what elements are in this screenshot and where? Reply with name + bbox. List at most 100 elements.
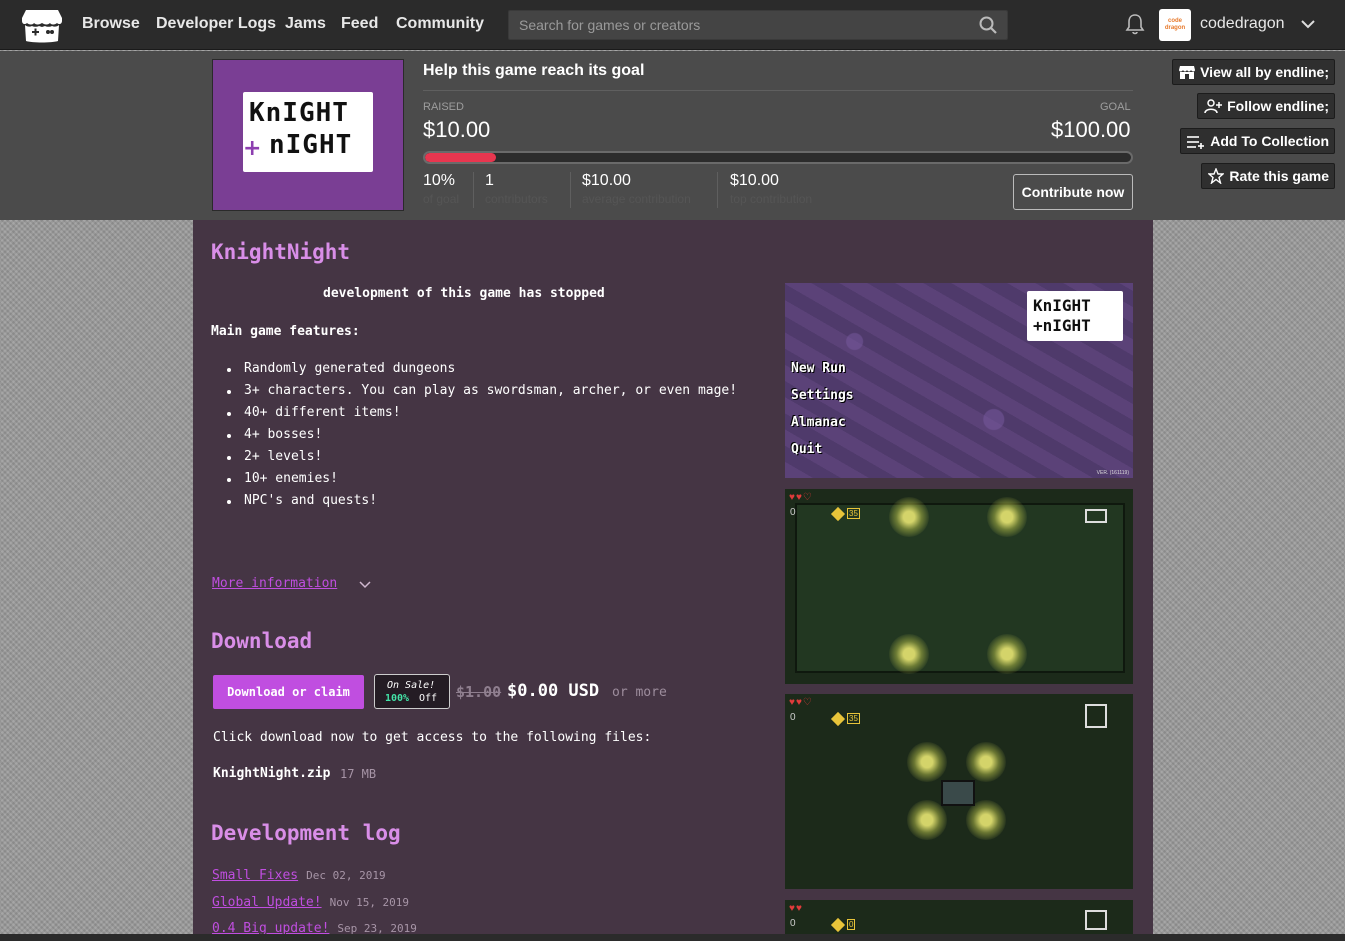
gem-counter: 35 — [847, 508, 860, 519]
nav-jams[interactable]: Jams — [285, 15, 326, 33]
logo-line-1: KnIGHT — [249, 98, 349, 128]
health-hearts: ♥♥♡ — [789, 697, 813, 708]
features-list: Randomly generated dungeons 3+ character… — [223, 358, 763, 512]
funding-progress-fill — [425, 153, 496, 162]
logo-line-1: KnIGHT — [1033, 296, 1091, 315]
gem-counter: 35 — [847, 713, 860, 724]
torch-light — [889, 634, 929, 674]
devlog-link[interactable]: Global Update! — [212, 895, 322, 910]
contribute-now-button[interactable]: Contribute now — [1013, 174, 1133, 210]
list-item: Randomly generated dungeons — [223, 358, 763, 380]
nav-feed[interactable]: Feed — [341, 15, 378, 33]
game-logo: KnIGHT nIGHT + — [243, 92, 373, 172]
devlog-date: Dec 02, 2019 — [306, 869, 386, 882]
download-or-claim-button[interactable]: Download or claim — [213, 675, 364, 709]
room-floor — [795, 503, 1125, 673]
list-item: 3+ characters. You can play as swordsman… — [223, 380, 763, 402]
logo-line-2: +nIGHT — [1033, 316, 1091, 335]
game-cover-image[interactable]: KnIGHT nIGHT + — [212, 59, 404, 211]
devlog-date: Nov 15, 2019 — [329, 896, 410, 909]
devlog-link[interactable]: Small Fixes — [212, 868, 298, 883]
fund-title: Help this game reach its goal — [423, 62, 645, 79]
follow-button[interactable]: Follow endline; — [1197, 93, 1335, 119]
chevron-down-icon[interactable] — [359, 580, 371, 590]
file-name: KnightNight.zip — [213, 766, 331, 781]
screenshot-dungeon-room[interactable]: ♥♥♡ 0 35 — [785, 489, 1133, 684]
view-all-by-author-button[interactable]: View all by endline; — [1172, 59, 1335, 85]
stat-value: $10.00 — [730, 172, 779, 189]
minimap — [1085, 910, 1107, 930]
stat-value: 10% — [423, 172, 456, 189]
health-hearts: ♥♥ — [789, 903, 803, 914]
menu-item: Settings — [791, 388, 854, 403]
notification-bell-icon[interactable] — [1125, 13, 1145, 35]
list-item: 40+ different items! — [223, 402, 763, 424]
logo-line-2: nIGHT — [269, 130, 353, 160]
screenshot-title-menu[interactable]: KnIGHT +nIGHT New Run Settings Almanac Q… — [785, 283, 1133, 478]
username[interactable]: codedragon — [1200, 15, 1285, 33]
button-label: View all by endline; — [1200, 64, 1329, 80]
funding-progress-bar — [423, 151, 1133, 164]
original-price: $1.00 — [456, 683, 502, 701]
button-label: Follow endline; — [1227, 98, 1329, 114]
list-item: 10+ enemies! — [223, 468, 763, 490]
store-icon — [1179, 66, 1196, 79]
nav-developer-logs[interactable]: Developer Logs — [156, 15, 276, 33]
nav-browse[interactable]: Browse — [82, 15, 140, 33]
rate-game-button[interactable]: Rate this game — [1201, 163, 1335, 189]
divider — [717, 172, 718, 208]
stat-value: $10.00 — [582, 172, 631, 189]
key-counter: 0 — [790, 712, 796, 723]
game-menu: New Run Settings Almanac Quit — [791, 355, 854, 463]
sale-price: $0.00 USD — [507, 681, 600, 701]
raised-amount: $10.00 — [423, 117, 491, 142]
goal-label: GOAL — [1100, 101, 1131, 113]
sale-off: Off — [419, 693, 438, 704]
download-heading: Download — [211, 629, 313, 653]
divider — [473, 172, 474, 208]
more-information-link[interactable]: More information — [212, 576, 337, 591]
stat-label: contributors — [485, 192, 548, 206]
list-item: 4+ bosses! — [223, 424, 763, 446]
menu-item: Quit — [791, 442, 823, 457]
torch-light — [987, 634, 1027, 674]
torch-light — [907, 742, 947, 782]
chevron-down-icon[interactable] — [1300, 16, 1316, 32]
devlog-entry: Global Update! Nov 15, 2019 — [212, 895, 409, 910]
search-icon[interactable] — [979, 16, 997, 34]
sale-label: On Sale! — [387, 680, 436, 691]
logo-plus: + — [243, 136, 262, 161]
button-label: Rate this game — [1229, 168, 1329, 184]
game-logo: KnIGHT +nIGHT — [1027, 291, 1123, 341]
search-input[interactable] — [509, 11, 969, 39]
nav-community[interactable]: Community — [396, 15, 484, 33]
key-counter: 0 — [790, 507, 796, 518]
version-label: VER. (161119) — [1096, 470, 1129, 476]
key-counter: 0 — [790, 918, 796, 929]
stat-label: top contribution — [730, 192, 813, 206]
gem-icon — [830, 917, 846, 933]
gem-icon — [830, 711, 846, 727]
stat-value: 1 — [485, 172, 494, 189]
game-page-content: KnightNight development of this game has… — [193, 220, 1153, 941]
itchio-logo-icon[interactable] — [22, 8, 62, 44]
button-label: Add To Collection — [1210, 133, 1329, 149]
list-item: NPC's and quests! — [223, 490, 763, 512]
user-avatar[interactable]: code dragon — [1159, 9, 1191, 41]
treasure-chest — [941, 780, 975, 806]
top-navigation-bar: Browse Developer Logs Jams Feed Communit… — [0, 0, 1345, 50]
file-size: 17 MB — [340, 767, 377, 781]
divider — [423, 90, 1133, 91]
features-heading: Main game features: — [211, 324, 360, 339]
torch-light — [966, 742, 1006, 782]
sale-badge: On Sale! 100% Off — [374, 674, 450, 709]
torch-light — [889, 497, 929, 537]
download-instructions: Click download now to get access to the … — [213, 730, 652, 745]
sale-percent: 100% — [385, 693, 410, 704]
stat-average: $10.00 average contribution — [582, 172, 691, 206]
bottom-edge-bar — [0, 934, 1345, 941]
raised-label: RAISED — [423, 101, 464, 113]
screenshot-chest-room[interactable]: ♥♥♡ 0 35 — [785, 694, 1133, 889]
torch-light — [966, 800, 1006, 840]
add-to-collection-button[interactable]: Add To Collection — [1180, 128, 1335, 154]
